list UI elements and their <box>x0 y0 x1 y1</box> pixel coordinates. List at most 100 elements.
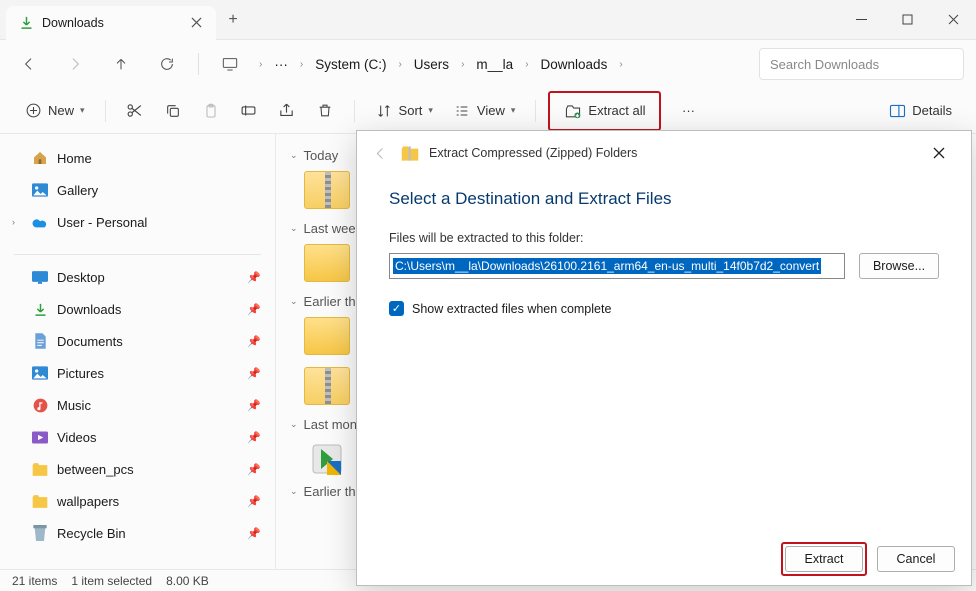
pin-icon: 📌 <box>247 495 261 508</box>
rename-button[interactable] <box>232 95 266 127</box>
delete-button[interactable] <box>308 95 342 127</box>
view-button[interactable]: View ▾ <box>445 95 523 127</box>
extract-all-button[interactable]: Extract all <box>552 95 657 127</box>
chevron-right-icon[interactable]: › <box>12 217 15 227</box>
tab-close-icon[interactable] <box>188 15 204 31</box>
chevron-down-icon: ▾ <box>428 105 433 116</box>
folder-icon <box>32 493 48 509</box>
dialog-path-label: Files will be extracted to this folder: <box>389 231 939 245</box>
dialog-back-button[interactable] <box>369 146 391 161</box>
desktop-icon <box>32 269 48 285</box>
new-label: New <box>48 103 74 118</box>
dialog-footer: Extract Cancel <box>357 533 971 585</box>
destination-path-input[interactable]: C:\Users\m__la\Downloads\26100.2161_arm6… <box>389 253 845 279</box>
cloud-icon <box>32 214 48 230</box>
extract-button-highlight: Extract <box>781 542 867 576</box>
close-window-button[interactable] <box>930 1 976 39</box>
pin-icon: 📌 <box>247 303 261 316</box>
tab-downloads[interactable]: Downloads <box>6 6 216 40</box>
scissors-icon <box>126 102 144 120</box>
folder-item[interactable] <box>304 317 350 355</box>
installer-item[interactable] <box>304 440 350 478</box>
sidebar-item-label: Pictures <box>57 366 104 381</box>
refresh-button[interactable] <box>150 47 184 81</box>
ellipsis-icon: ··· <box>679 102 697 120</box>
pin-icon: 📌 <box>247 271 261 284</box>
sidebar-item-pictures[interactable]: Pictures 📌 <box>4 357 271 389</box>
window-controls <box>838 1 976 39</box>
folder-icon <box>32 461 48 477</box>
chevron-right-icon[interactable]: › <box>259 59 262 70</box>
download-arrow-icon <box>18 15 34 31</box>
sidebar-item-user-personal[interactable]: › User - Personal <box>4 206 271 238</box>
sidebar-item-label: wallpapers <box>57 494 119 509</box>
sidebar-item-recycle-bin[interactable]: Recycle Bin 📌 <box>4 517 271 549</box>
sidebar-item-desktop[interactable]: Desktop 📌 <box>4 261 271 293</box>
home-icon <box>32 150 48 166</box>
zip-file-item[interactable] <box>304 171 350 209</box>
zip-folder-icon <box>401 146 419 161</box>
details-pane-icon <box>888 102 906 120</box>
browse-button[interactable]: Browse... <box>859 253 939 279</box>
up-button[interactable] <box>104 47 138 81</box>
extract-all-highlight: Extract all <box>548 91 661 131</box>
new-button[interactable]: New ▾ <box>16 95 93 127</box>
extract-icon <box>564 102 582 120</box>
breadcrumb-item[interactable]: Users <box>408 53 455 76</box>
breadcrumb-item[interactable]: Downloads <box>535 53 614 76</box>
chevron-down-icon: ⌄ <box>290 150 298 161</box>
view-icon <box>453 102 471 120</box>
sidebar-item-home[interactable]: Home <box>4 142 271 174</box>
new-tab-button[interactable]: + <box>216 11 250 29</box>
download-arrow-icon <box>32 301 48 317</box>
sidebar-item-music[interactable]: Music 📌 <box>4 389 271 421</box>
back-button[interactable] <box>12 47 46 81</box>
chevron-right-icon: › <box>525 59 528 70</box>
forward-button[interactable] <box>58 47 92 81</box>
sidebar-item-label: Documents <box>57 334 123 349</box>
sidebar-item-folder[interactable]: between_pcs 📌 <box>4 453 271 485</box>
sidebar-item-videos[interactable]: Videos 📌 <box>4 421 271 453</box>
dialog-titlebar: Extract Compressed (Zipped) Folders <box>357 131 971 175</box>
sidebar-item-folder[interactable]: wallpapers 📌 <box>4 485 271 517</box>
trash-icon <box>316 102 334 120</box>
breadcrumb-overflow[interactable]: ··· <box>268 53 294 76</box>
sort-button[interactable]: Sort ▾ <box>367 95 441 127</box>
sidebar-item-downloads[interactable]: Downloads 📌 <box>4 293 271 325</box>
breadcrumb-item[interactable]: m__la <box>470 53 519 76</box>
more-button[interactable]: ··· <box>671 95 705 127</box>
cut-button[interactable] <box>118 95 152 127</box>
this-pc-icon[interactable] <box>213 47 247 81</box>
zip-file-item[interactable] <box>304 367 350 405</box>
paste-button[interactable] <box>194 95 228 127</box>
sidebar-item-label: Home <box>57 151 92 166</box>
dialog-close-button[interactable] <box>919 137 959 169</box>
search-input[interactable]: Search Downloads <box>759 48 964 80</box>
details-pane-button[interactable]: Details <box>880 95 960 127</box>
folder-item[interactable] <box>304 244 350 282</box>
extract-button[interactable]: Extract <box>785 546 863 572</box>
sort-label: Sort <box>399 103 423 118</box>
chevron-down-icon: ⌄ <box>290 419 298 430</box>
share-button[interactable] <box>270 95 304 127</box>
chevron-down-icon: ⌄ <box>290 296 298 307</box>
maximize-button[interactable] <box>884 1 930 39</box>
recycle-bin-icon <box>32 525 48 541</box>
status-item-count: 21 items <box>12 574 57 588</box>
show-files-checkbox[interactable]: ✓ Show extracted files when complete <box>389 301 939 316</box>
pin-icon: 📌 <box>247 431 261 444</box>
cancel-button[interactable]: Cancel <box>877 546 955 572</box>
breadcrumb-item[interactable]: System (C:) <box>309 53 392 76</box>
sidebar-item-label: Music <box>57 398 91 413</box>
minimize-button[interactable] <box>838 1 884 39</box>
sidebar-item-label: Downloads <box>57 302 121 317</box>
copy-button[interactable] <box>156 95 190 127</box>
sidebar-item-documents[interactable]: Documents 📌 <box>4 325 271 357</box>
toolbar: New ▾ Sort ▾ View ▾ Extract all ··· Deta… <box>0 88 976 134</box>
tab-title: Downloads <box>42 16 180 30</box>
clipboard-icon <box>202 102 220 120</box>
chevron-down-icon: ⌄ <box>290 486 298 497</box>
chevron-right-icon[interactable]: › <box>619 59 622 70</box>
nav-sidebar: Home Gallery › User - Personal Desktop 📌… <box>0 134 276 569</box>
sidebar-item-gallery[interactable]: Gallery <box>4 174 271 206</box>
